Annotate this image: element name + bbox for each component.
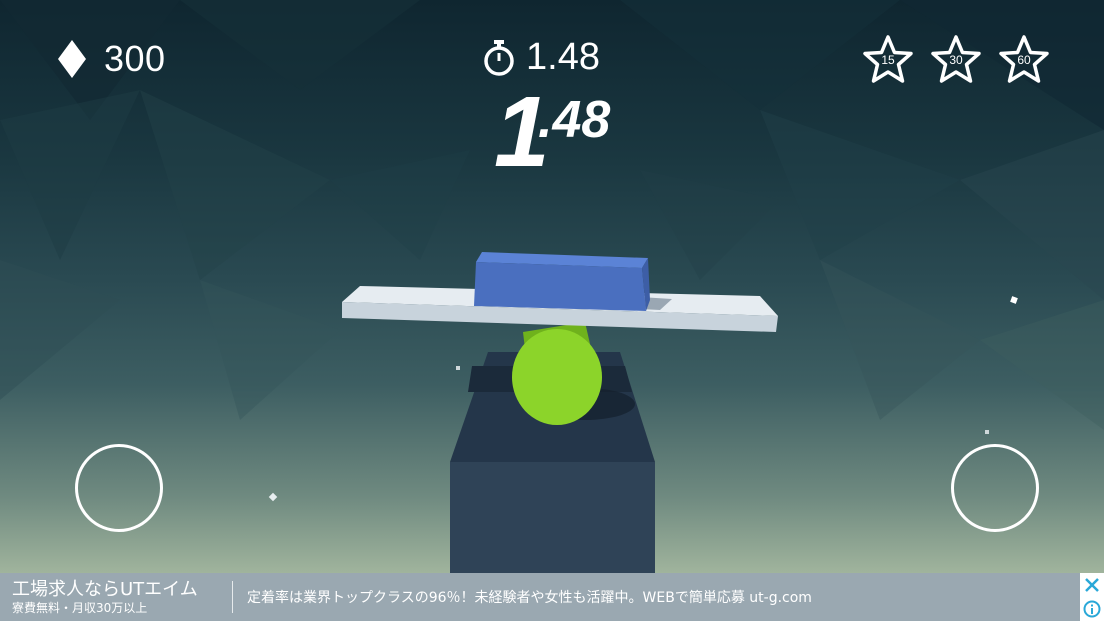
info-icon — [1083, 600, 1101, 618]
ad-subtitle[interactable]: 寮費無料・月収30万以上 — [12, 601, 244, 615]
ad-title[interactable]: 工場求人ならUTエイム — [12, 579, 244, 601]
star-goal-label: 60 — [1017, 53, 1031, 67]
timer: 1.48 — [482, 36, 600, 79]
big-time-fraction: .48 — [538, 91, 611, 149]
gem-counter: 300 — [58, 38, 166, 80]
close-icon — [1085, 578, 1099, 592]
ad-banner[interactable]: 工場求人ならUTエイム 寮費無料・月収30万以上 定着率は業界トップクラスの96… — [0, 573, 1104, 621]
big-time-display: 1 .48 — [494, 82, 610, 182]
diamond-icon — [58, 40, 86, 78]
star-goal-label: 30 — [949, 53, 963, 67]
star-goal-1: 15 — [862, 34, 914, 86]
block — [474, 262, 646, 311]
left-control-button[interactable] — [75, 444, 163, 532]
star-goal-3: 60 — [998, 34, 1050, 86]
star-goals: 15 30 60 — [862, 34, 1050, 86]
star-goal-label: 15 — [881, 53, 895, 67]
ad-title-block[interactable]: 工場求人ならUTエイム 寮費無料・月収30万以上 — [0, 579, 244, 615]
stopwatch-icon — [484, 39, 514, 76]
timer-value: 1.48 — [526, 36, 600, 78]
right-control-button[interactable] — [951, 444, 1039, 532]
roller — [512, 329, 602, 425]
star-goal-2: 30 — [930, 34, 982, 86]
ad-info-button[interactable] — [1080, 597, 1104, 621]
gem-count: 300 — [104, 38, 166, 79]
ad-divider — [232, 581, 233, 613]
ad-close-button[interactable] — [1080, 573, 1104, 597]
pillar — [450, 462, 655, 573]
ad-description[interactable]: 定着率は業界トップクラスの96％！未経験者や女性も活躍中。WEBで簡単応募 ut… — [247, 587, 812, 607]
